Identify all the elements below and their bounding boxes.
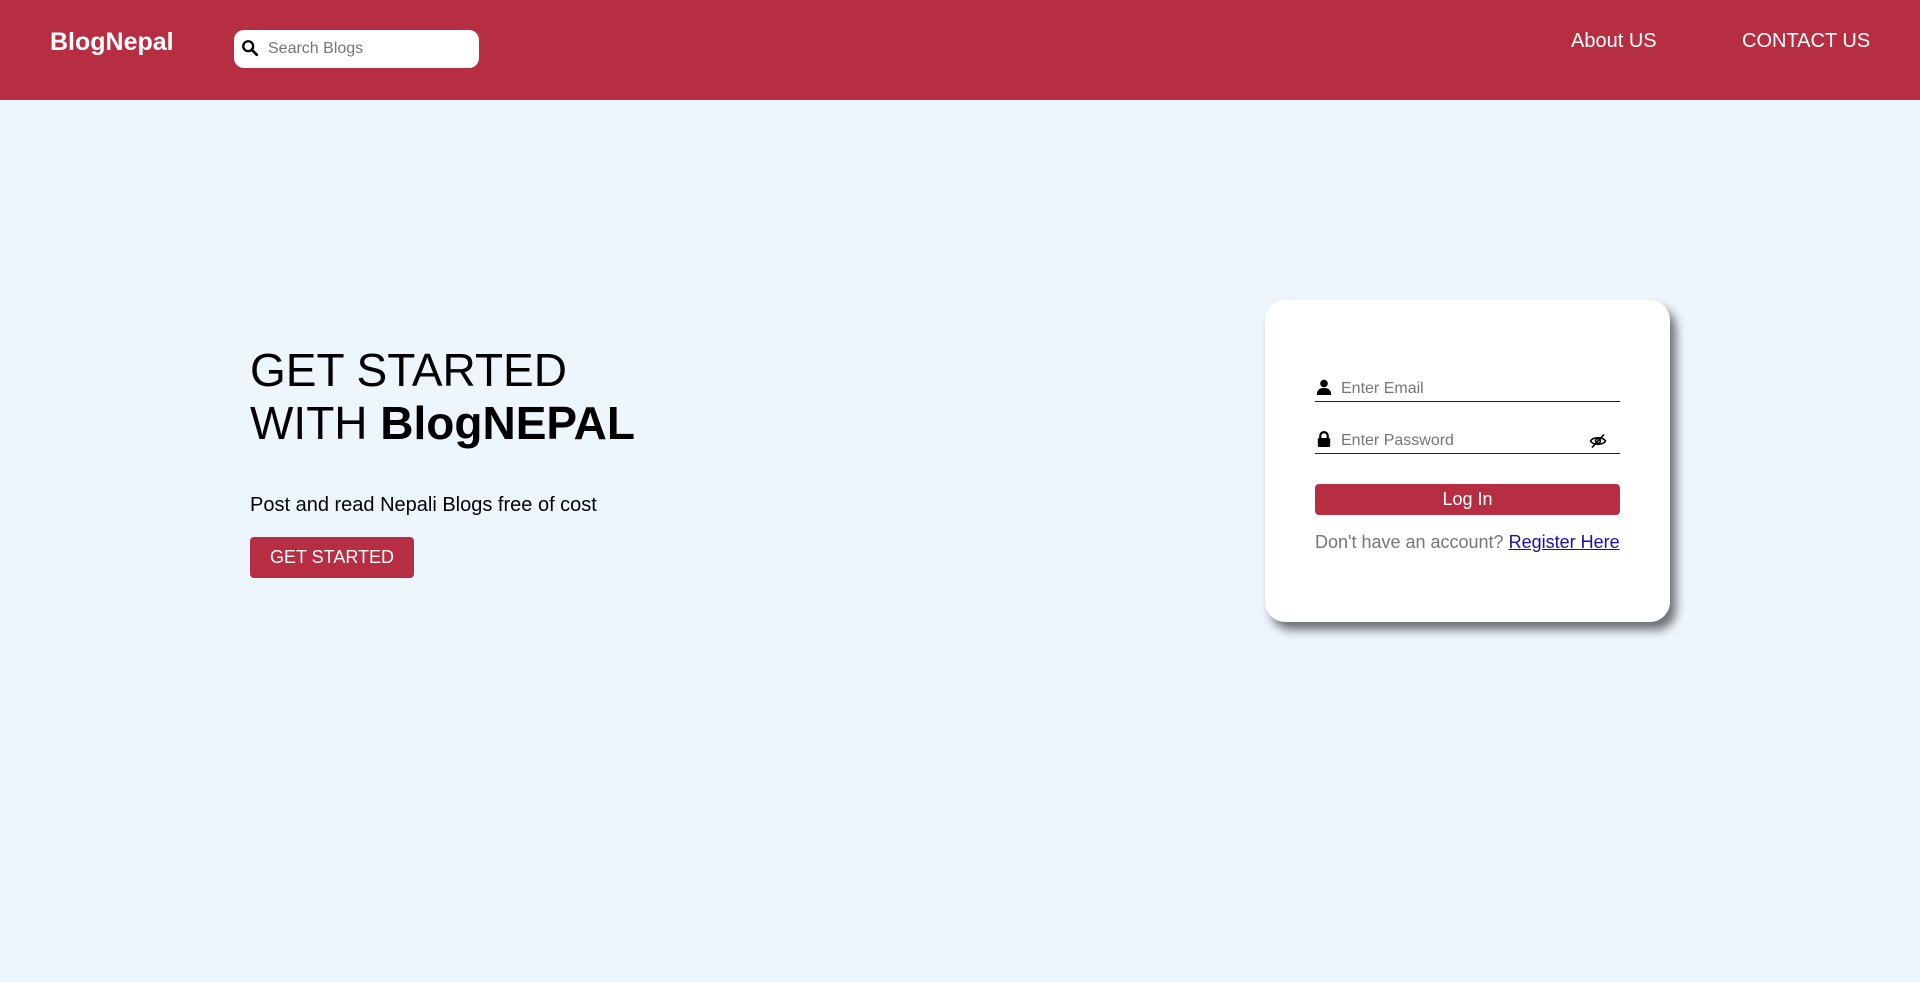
top-navbar: BlogNepal About US CONTACT US	[0, 0, 1920, 100]
email-input[interactable]	[1341, 378, 1581, 400]
lock-icon	[1317, 431, 1331, 447]
login-card: Log In Don't have an account? Register H…	[1265, 300, 1670, 622]
eye-slash-icon[interactable]	[1589, 433, 1607, 449]
hero-title-line1: GET STARTED	[250, 344, 567, 396]
hero-title: GET STARTED WITH BlogNEPAL	[250, 344, 635, 450]
register-prompt-text: Don't have an account?	[1315, 532, 1509, 552]
nav-contact-link[interactable]: CONTACT US	[1742, 30, 1870, 53]
password-field	[1315, 424, 1620, 454]
password-input[interactable]	[1341, 430, 1581, 452]
search-input[interactable]	[268, 30, 468, 68]
search-icon	[242, 40, 259, 57]
get-started-button[interactable]: GET STARTED	[250, 537, 414, 578]
hero-title-prefix: WITH	[250, 397, 381, 449]
register-link[interactable]: Register Here	[1509, 532, 1620, 552]
hero-title-brand: BlogNEPAL	[380, 397, 635, 449]
register-prompt: Don't have an account? Register Here	[1315, 532, 1620, 553]
search-box[interactable]	[234, 30, 479, 68]
hero-subtitle: Post and read Nepali Blogs free of cost	[250, 494, 597, 516]
nav-about-link[interactable]: About US	[1571, 30, 1657, 53]
brand-logo[interactable]: BlogNepal	[50, 28, 174, 57]
login-button[interactable]: Log In	[1315, 484, 1620, 515]
user-icon	[1316, 379, 1332, 395]
email-field	[1315, 372, 1620, 402]
